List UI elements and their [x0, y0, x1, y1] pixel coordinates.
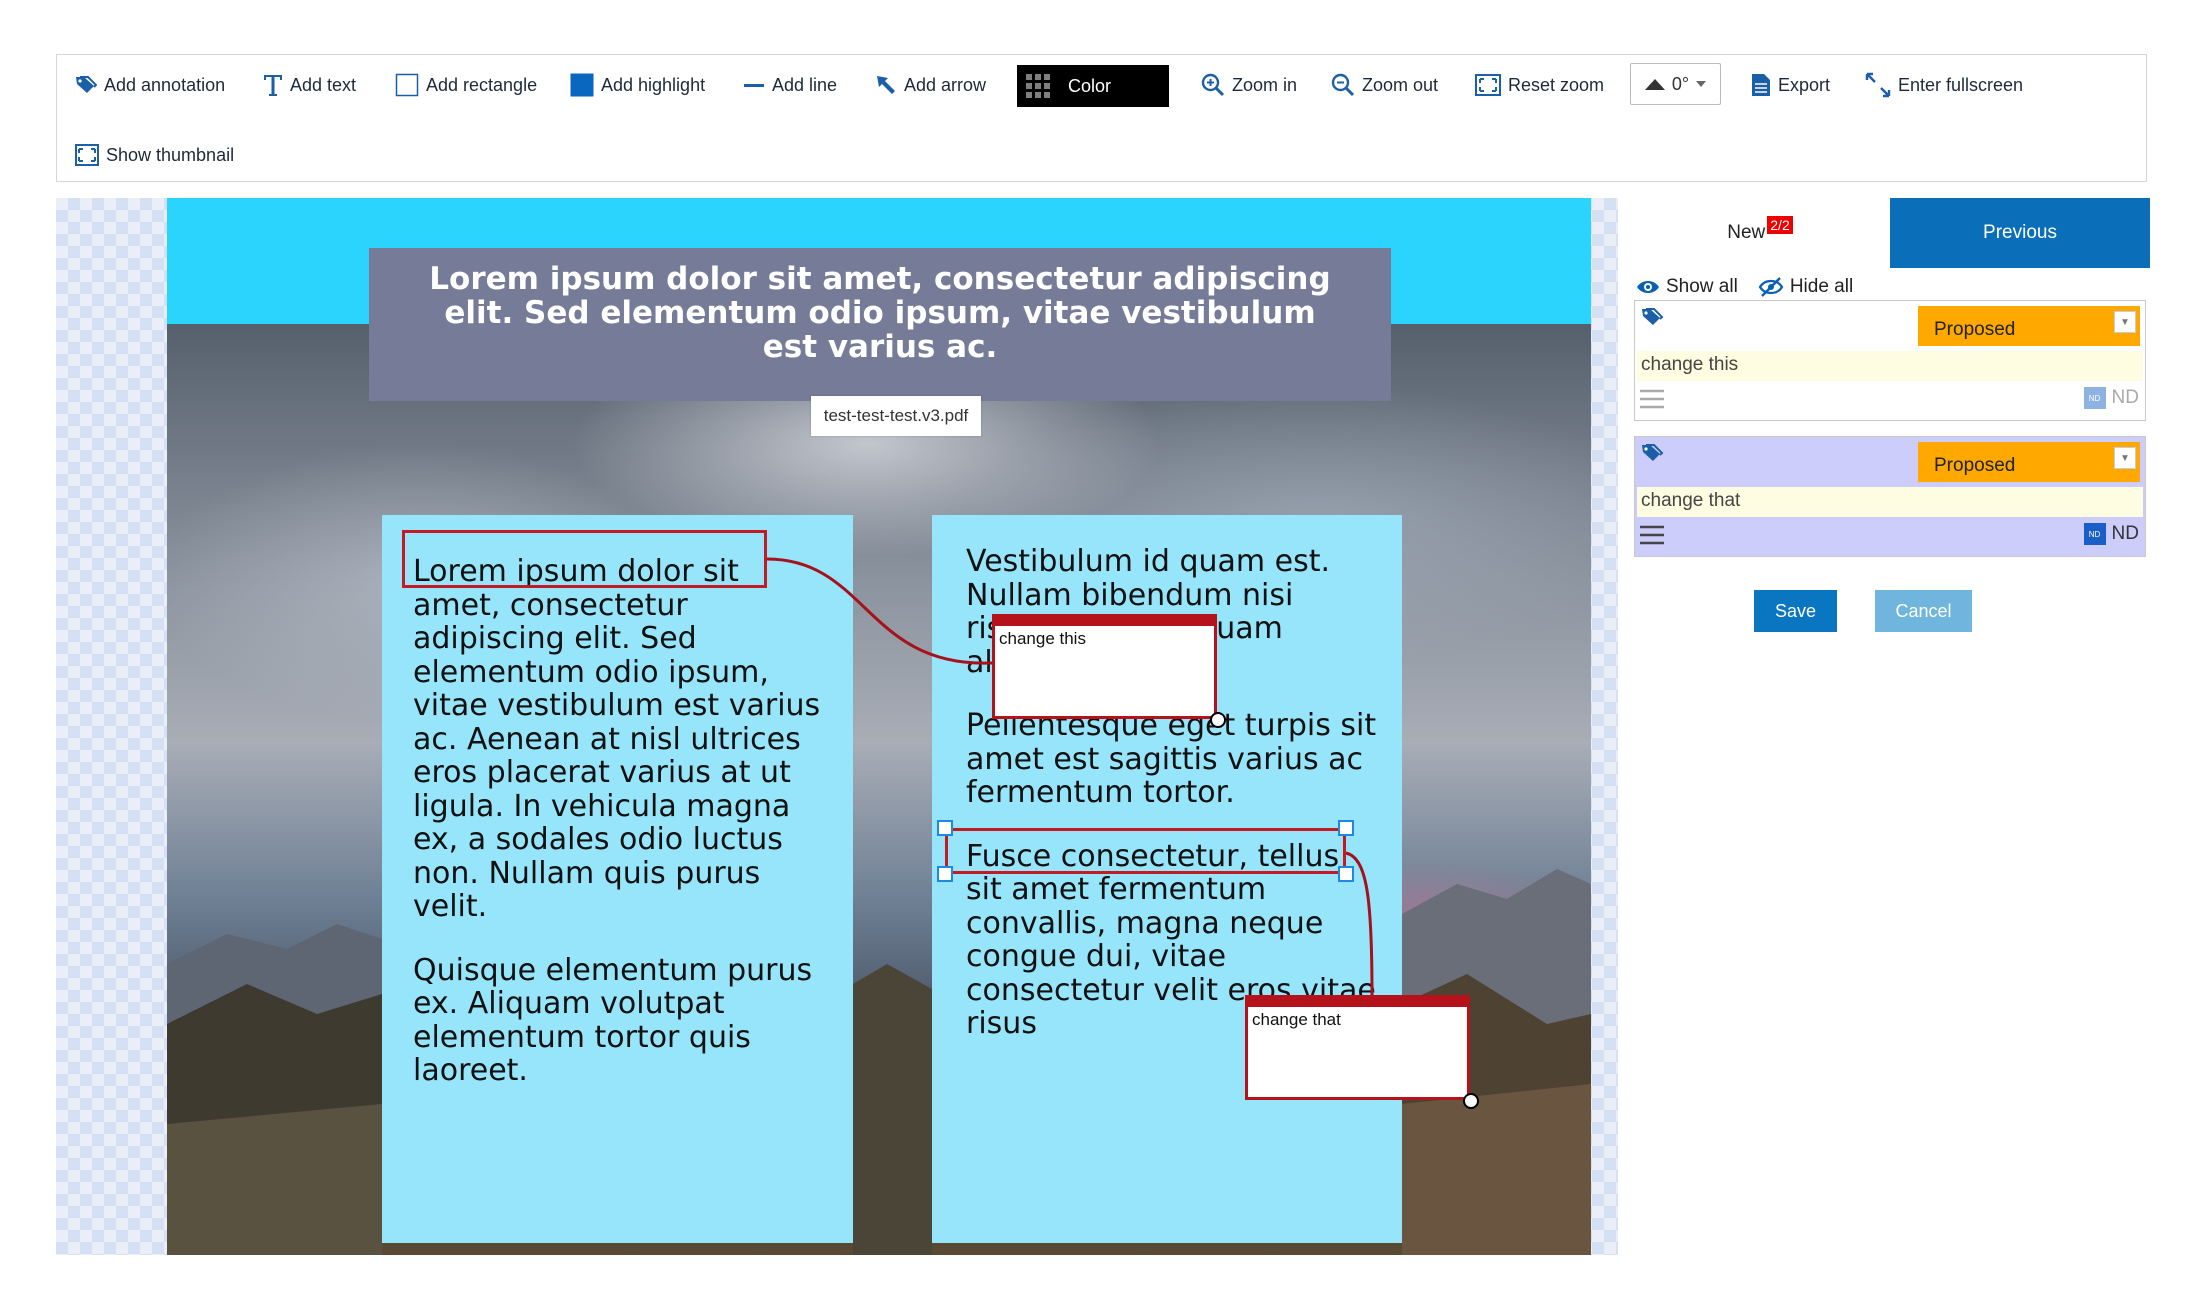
add-annotation-label: Add annotation: [104, 74, 226, 95]
add-line-button[interactable]: Add line: [743, 65, 837, 105]
document-viewer[interactable]: test-test-test.v3.pdf Lorem ipsum dolor …: [56, 198, 1618, 1255]
status-select[interactable]: Proposed ▼: [1918, 442, 2140, 482]
text-icon: [264, 75, 282, 96]
author-initials: ND: [2111, 523, 2139, 544]
rotation-value: 0°: [1671, 73, 1690, 94]
zoom-out-icon: [1331, 73, 1355, 97]
comment-field[interactable]: change this: [1637, 351, 2143, 381]
annotation-toolbar: Add annotation Add text Add rectangle Ad…: [56, 54, 2147, 182]
thumbnail-icon: [75, 144, 99, 166]
chevron-down-icon: ▼: [2114, 447, 2136, 469]
tab-new[interactable]: New 2/2: [1630, 198, 1890, 268]
count-badge: 2/2: [1767, 216, 1793, 234]
add-highlight-label: Add highlight: [601, 74, 706, 95]
tab-new-label: New: [1727, 222, 1766, 243]
reset-zoom-label: Reset zoom: [1508, 74, 1605, 95]
show-all-button[interactable]: Show all: [1636, 276, 1738, 298]
menu-icon[interactable]: [1639, 389, 1665, 409]
rotation-select[interactable]: 0°: [1630, 63, 1721, 105]
tag-icon: [76, 76, 97, 93]
paragraph: Pellentesque eget turpis sit amet est sa…: [966, 708, 1377, 810]
annotation-note[interactable]: change that: [1245, 995, 1470, 1100]
hide-all-button[interactable]: Hide all: [1758, 276, 1853, 298]
resize-handle[interactable]: [1338, 866, 1354, 882]
paragraph-text: amet, consectetur adipiscing elit. Sed e…: [413, 587, 821, 924]
color-picker-button[interactable]: Color: [1017, 65, 1169, 107]
enter-fullscreen-button[interactable]: Enter fullscreen: [1865, 65, 2023, 105]
add-arrow-label: Add arrow: [904, 74, 987, 95]
chevron-down-icon: [1696, 81, 1707, 87]
status-select[interactable]: Proposed ▼: [1918, 306, 2140, 346]
status-value: Proposed: [1934, 319, 2016, 340]
annotation-card[interactable]: Proposed ▼ change this ND ND: [1634, 300, 2146, 421]
tab-previous[interactable]: Previous: [1890, 198, 2150, 268]
resize-handle[interactable]: [937, 866, 953, 882]
menu-icon[interactable]: [1639, 525, 1665, 545]
author-avatar: ND: [2083, 523, 2106, 545]
zoom-in-label: Zoom in: [1232, 74, 1298, 95]
rotate-up-icon: [1644, 79, 1665, 90]
show-all-label: Show all: [1666, 276, 1738, 297]
hide-all-label: Hide all: [1789, 276, 1854, 297]
document-title: Lorem ipsum dolor sit amet, consectetur …: [369, 248, 1391, 401]
status-value: Proposed: [1934, 455, 2016, 476]
pdf-page[interactable]: Lorem ipsum dolor sit amet, consectetur …: [167, 198, 1591, 1255]
add-highlight-button[interactable]: Add highlight: [570, 65, 705, 105]
annotation-highlight-rect[interactable]: [402, 530, 767, 588]
rectangle-icon: [395, 73, 419, 97]
enter-fullscreen-label: Enter fullscreen: [1898, 74, 2024, 95]
add-text-label: Add text: [290, 74, 357, 95]
chevron-down-icon: ▼: [2114, 311, 2136, 333]
eye-slash-icon: [1758, 277, 1784, 297]
line-icon: [744, 84, 764, 87]
paragraph: Quisque elementum purus ex. Aliquam volu…: [413, 952, 813, 1088]
color-grid-icon: [1026, 74, 1050, 98]
resize-handle[interactable]: [937, 820, 953, 836]
add-text-button[interactable]: Add text: [263, 65, 356, 105]
annotation-highlight-rect[interactable]: [945, 828, 1346, 874]
tag-icon: [1642, 444, 1664, 461]
color-label: Color: [1068, 75, 1112, 96]
zoom-in-button[interactable]: Zoom in: [1201, 65, 1297, 105]
zoom-out-label: Zoom out: [1362, 74, 1439, 95]
show-thumbnail-button[interactable]: Show thumbnail: [75, 135, 234, 175]
arrow-icon: [877, 76, 895, 94]
paragraph: Lorem ipsum dolor sit amet, consectetur a…: [413, 555, 823, 924]
reset-zoom-button[interactable]: Reset zoom: [1475, 65, 1604, 105]
author-initials: ND: [2111, 387, 2139, 408]
connector-endpoint-handle[interactable]: [1210, 712, 1226, 728]
export-button[interactable]: Export: [1751, 65, 1830, 105]
author-info: ND ND: [2083, 523, 2139, 545]
export-label: Export: [1778, 74, 1831, 95]
zoom-in-icon: [1201, 73, 1225, 97]
document-icon: [1752, 74, 1770, 96]
add-rectangle-label: Add rectangle: [426, 74, 538, 95]
visibility-controls: Show all Hide all: [1636, 272, 1867, 302]
annotation-card[interactable]: Proposed ▼ change that ND ND: [1634, 436, 2146, 557]
resize-handle[interactable]: [1338, 820, 1354, 836]
add-arrow-button[interactable]: Add arrow: [875, 65, 986, 105]
tag-icon: [1642, 308, 1664, 325]
add-rectangle-button[interactable]: Add rectangle: [395, 65, 537, 105]
eye-icon: [1637, 281, 1659, 293]
zoom-out-button[interactable]: Zoom out: [1331, 65, 1438, 105]
connector-endpoint-handle[interactable]: [1463, 1093, 1479, 1109]
reset-zoom-icon: [1475, 74, 1501, 96]
filename-label: test-test-test.v3.pdf: [811, 396, 981, 436]
text-column-left: Lorem ipsum dolor sit amet, consectetur a…: [382, 515, 853, 1243]
comment-field[interactable]: change that: [1637, 487, 2143, 517]
cancel-button[interactable]: Cancel: [1875, 590, 1972, 632]
add-line-label: Add line: [772, 74, 838, 95]
author-avatar: ND: [2083, 387, 2106, 409]
add-annotation-button[interactable]: Add annotation: [75, 65, 225, 105]
expand-icon: [1865, 72, 1891, 98]
annotation-note[interactable]: change this: [992, 614, 1217, 719]
save-button[interactable]: Save: [1754, 590, 1837, 632]
author-info: ND ND: [2083, 387, 2139, 409]
highlight-icon: [570, 73, 594, 97]
show-thumbnail-label: Show thumbnail: [106, 144, 235, 165]
annotations-panel: New 2/2 Previous Show all Hide all Propos…: [1630, 198, 2150, 1255]
